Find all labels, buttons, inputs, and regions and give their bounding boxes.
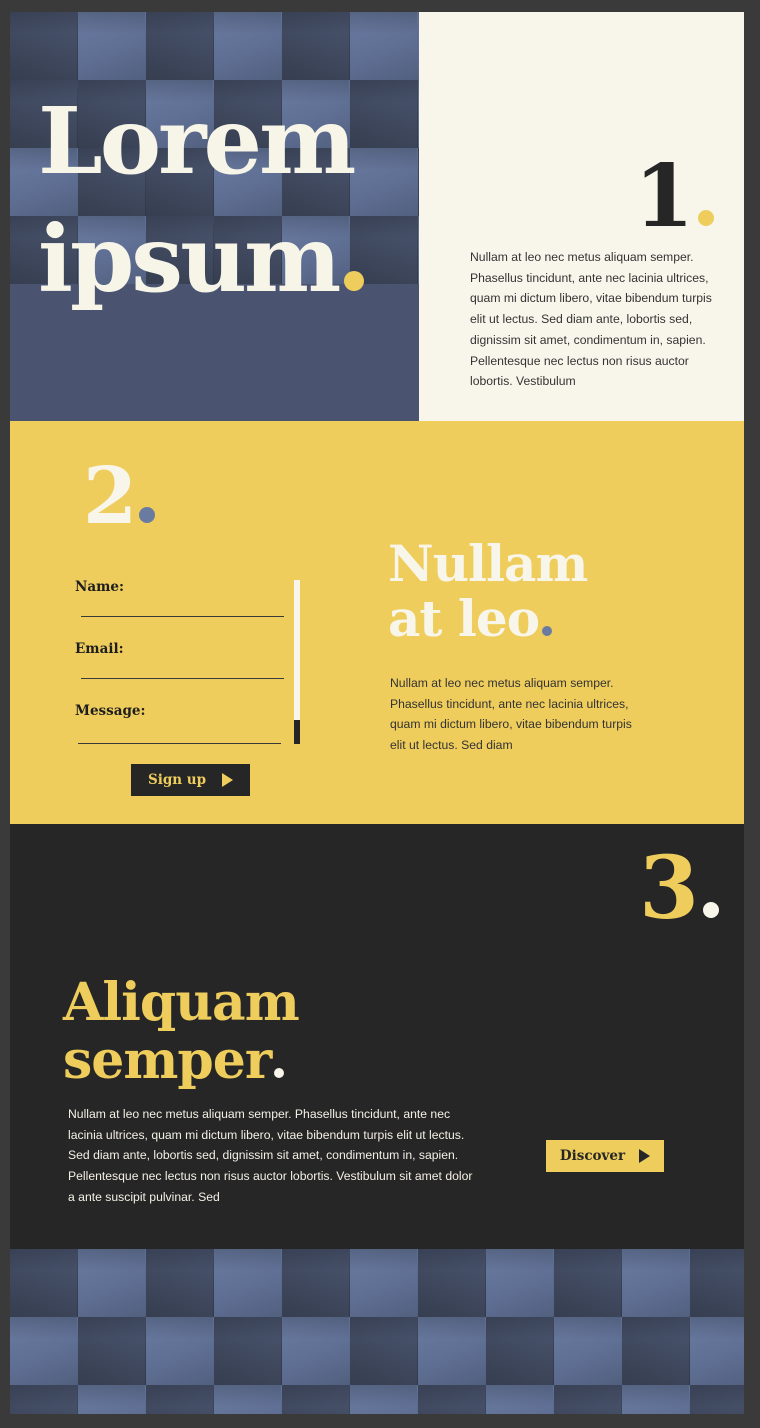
section-2-title-dot (542, 626, 553, 636)
section-2-title-line-2-text: at leo (388, 589, 540, 648)
pattern-tile (282, 1385, 350, 1414)
pattern-tile (418, 1249, 486, 1317)
pattern-tile (214, 1317, 282, 1385)
section-2-panel: 2 Name: Email: Message: Sign up Nullam a… (10, 421, 744, 824)
pattern-tile (418, 1317, 486, 1385)
pattern-tile (486, 1249, 554, 1317)
pattern-tile (486, 1385, 554, 1414)
hero-title-line-1: Lorem (38, 87, 356, 195)
section-3-title-line-2: semper (63, 1032, 299, 1090)
pattern-tile (350, 12, 418, 80)
pattern-tile (622, 1385, 690, 1414)
pattern-tile (554, 1249, 622, 1317)
pattern-tile (350, 1385, 418, 1414)
name-field[interactable] (81, 616, 284, 617)
message-field[interactable] (78, 743, 281, 744)
pattern-tile (282, 12, 350, 80)
pattern-tile (214, 1385, 282, 1414)
section-2-title-line-1: Nullam (388, 534, 588, 593)
message-label: Message: (75, 703, 146, 719)
pattern-tile (78, 1385, 146, 1414)
pattern-tile (350, 1249, 418, 1317)
section-3-title-dot (274, 1068, 285, 1078)
email-label: Email: (75, 641, 124, 657)
section-3-number: 3 (639, 844, 719, 934)
pattern-tile (554, 1317, 622, 1385)
section-2-number-dot (139, 507, 156, 523)
pattern-tile (350, 1317, 418, 1385)
section-2-text: Nullam at leo nec metus aliquam semper. … (390, 676, 632, 753)
email-field[interactable] (81, 678, 284, 679)
pattern-tile (10, 12, 78, 80)
pattern-tile (282, 1249, 350, 1317)
section-2-title-line-2: at leo (388, 591, 587, 646)
pattern-tile (10, 1317, 78, 1385)
pattern-tile (146, 1317, 214, 1385)
pattern-tile (554, 1385, 622, 1414)
section-3-panel: 3 Aliquam semper Nullam at leo nec metus… (10, 824, 744, 1249)
pattern-tile (146, 12, 214, 80)
section-1-number-text: 1 (634, 146, 694, 247)
hero-title-dot (344, 271, 365, 291)
arrow-right-icon (222, 773, 234, 787)
discover-button[interactable]: Discover (546, 1140, 664, 1172)
section-3-text: Nullam at leo nec metus aliquam semper. … (68, 1107, 473, 1204)
sign-up-button[interactable]: Sign up (131, 764, 250, 796)
pattern-tile (146, 1249, 214, 1317)
landing-page: Lorem ipsum 1 Nullam at leo nec metus al… (10, 12, 744, 1414)
section-1-number: 1 (634, 152, 714, 242)
name-label: Name: (75, 579, 124, 595)
pattern-tile (690, 1249, 744, 1317)
pattern-tile (418, 1385, 486, 1414)
hero-title-line-2-text: ipsum (38, 205, 341, 313)
footer-pattern (10, 1249, 744, 1414)
message-scrollbar[interactable] (294, 580, 300, 744)
hero-title-line-2: ipsum (38, 200, 365, 318)
pattern-tile (622, 1317, 690, 1385)
section-2-title: Nullam at leo (388, 534, 588, 646)
pattern-tile (10, 1249, 78, 1317)
pattern-tile (486, 1317, 554, 1385)
pattern-tile (214, 12, 282, 80)
pattern-tile (78, 1249, 146, 1317)
section-3-number-dot (703, 902, 719, 918)
section-3-title: Aliquam semper (63, 972, 300, 1090)
pattern-tile (690, 1385, 744, 1414)
section-2-number-text: 2 (83, 451, 138, 542)
section-1-text: Nullam at leo nec metus aliquam semper. … (470, 250, 712, 389)
pattern-tile (690, 1317, 744, 1385)
section-3-title-line-2-text: semper (63, 1030, 272, 1091)
section-2-number: 2 (83, 455, 156, 539)
message-scrollbar-thumb[interactable] (294, 720, 300, 744)
arrow-right-icon (639, 1149, 651, 1163)
pattern-tile (214, 1249, 282, 1317)
hero-title: Lorem ipsum (38, 82, 365, 318)
discover-button-label: Discover (559, 1148, 626, 1164)
pattern-tile (10, 1385, 78, 1414)
section-3-number-text: 3 (639, 838, 699, 939)
pattern-tile (78, 1317, 146, 1385)
pattern-tile (146, 1385, 214, 1414)
pattern-tile (78, 12, 146, 80)
section-3-title-line-1: Aliquam (63, 972, 300, 1033)
pattern-tile (622, 1249, 690, 1317)
section-1-number-dot (698, 210, 714, 226)
pattern-tile (282, 1317, 350, 1385)
section-1-panel: 1 Nullam at leo nec metus aliquam semper… (419, 12, 744, 421)
sign-up-button-label: Sign up (147, 772, 207, 788)
